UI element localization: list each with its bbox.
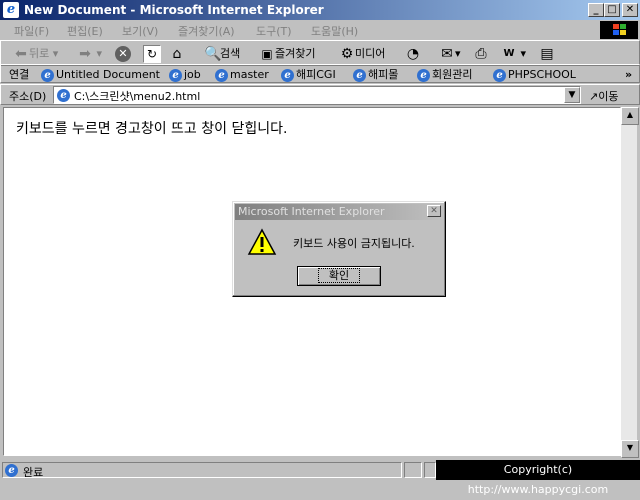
address-label: 주소(D) xyxy=(9,90,47,103)
vertical-scrollbar[interactable]: ▲ ▼ xyxy=(621,107,639,458)
ie-page-icon: e xyxy=(5,464,18,477)
search-icon: 🔍 xyxy=(204,46,222,62)
back-arrow-icon: ⬅ xyxy=(15,46,27,62)
discuss-button[interactable]: ▤ xyxy=(539,45,555,63)
home-button[interactable]: ⌂ xyxy=(169,45,185,63)
maximize-button[interactable]: □ xyxy=(604,3,620,17)
edit-button[interactable]: W ▾ xyxy=(501,45,526,63)
ie-page-icon: e xyxy=(57,89,70,102)
scroll-up-button[interactable]: ▲ xyxy=(621,107,639,125)
discuss-icon: ▤ xyxy=(540,46,554,62)
word-edit-icon: W xyxy=(503,48,515,59)
media-icon: ⚙ xyxy=(340,46,354,62)
ie-logo-icon: e xyxy=(3,2,19,18)
address-dropdown-button[interactable]: ▼ xyxy=(564,87,580,103)
scroll-down-button[interactable]: ▼ xyxy=(621,440,639,458)
close-button[interactable]: ✕ xyxy=(622,3,638,17)
stop-button[interactable]: ✕ xyxy=(115,45,131,63)
ie-page-icon: e xyxy=(353,68,366,82)
links-label: 연결 xyxy=(9,68,30,81)
media-button[interactable]: ⚙ 미디어 xyxy=(339,45,386,63)
status-main-pane: e 완료 xyxy=(2,462,402,479)
forward-arrow-icon: ➡ xyxy=(79,46,91,62)
history-button[interactable]: ◔ xyxy=(405,45,421,63)
menu-favorites[interactable]: 즐겨찾기(A) xyxy=(178,23,235,39)
menu-help[interactable]: 도움말(H) xyxy=(311,23,358,39)
ie-page-icon: e xyxy=(215,68,228,82)
alert-dialog: Microsoft Internet Explorer ✕ 키보드 사용이 금지… xyxy=(232,201,446,297)
status-text: 완료 xyxy=(23,466,44,479)
dialog-close-button[interactable]: ✕ xyxy=(427,205,441,217)
links-more-icon[interactable]: » xyxy=(625,67,632,82)
ie-page-icon: e xyxy=(169,68,182,82)
link-happymall[interactable]: e 해피몰 xyxy=(353,67,398,82)
go-arrow-icon: ↗ xyxy=(589,90,599,103)
link-happycgi[interactable]: e 해피CGI xyxy=(281,67,336,82)
stop-icon: ✕ xyxy=(115,46,131,62)
go-button[interactable]: ↗이동 xyxy=(589,88,618,104)
favorites-folder-icon: ▣ xyxy=(261,47,273,61)
history-icon: ◔ xyxy=(406,46,420,62)
ie-page-icon: e xyxy=(41,68,54,82)
address-value: C:\스크린샷\menu2.html xyxy=(74,90,201,103)
dialog-message: 키보드 사용이 금지됩니다. xyxy=(293,237,415,250)
link-master[interactable]: e master xyxy=(215,67,269,82)
minimize-button[interactable]: _ xyxy=(588,3,604,17)
mail-icon: ✉ xyxy=(441,46,453,62)
status-pane xyxy=(424,462,436,478)
link-untitled-document[interactable]: e Untitled Document xyxy=(41,67,160,82)
links-bar: 연결 e Untitled Document e job e master e 해피CG… xyxy=(0,64,640,83)
link-member-management[interactable]: e 회원관리 xyxy=(417,67,472,82)
address-bar: 주소(D) e C:\스크린샷\menu2.html ▼ ↗이동 xyxy=(0,84,640,105)
warning-icon xyxy=(247,228,277,255)
menu-bar: 파일(F) 편집(E) 보기(V) 즐겨찾기(A) 도구(T) 도움말(H) xyxy=(0,20,640,40)
print-icon: ⎙ xyxy=(475,46,487,62)
mail-button[interactable]: ✉ ▾ xyxy=(439,45,460,63)
search-button[interactable]: 🔍검색 xyxy=(204,45,240,63)
link-job[interactable]: e job xyxy=(169,67,201,82)
print-button[interactable]: ⎙ xyxy=(473,45,489,63)
window-title: New Document - Microsoft Internet Explor… xyxy=(24,3,324,17)
home-icon: ⌂ xyxy=(172,46,182,62)
back-button[interactable]: ⬅ 뒤로 ▾ xyxy=(13,45,58,63)
status-bar: e 완료 Copyright(c) http://www.happycgi.co… xyxy=(0,460,640,496)
menu-edit[interactable]: 편집(E) xyxy=(67,23,103,39)
page-text: 키보드를 누르면 경고창이 뜨고 창이 닫힙니다. xyxy=(16,121,288,137)
status-pane xyxy=(404,462,422,478)
address-input[interactable]: e C:\스크린샷\menu2.html ▼ xyxy=(53,86,581,104)
menu-file[interactable]: 파일(F) xyxy=(14,23,49,39)
menu-tools[interactable]: 도구(T) xyxy=(256,23,292,39)
ie-page-icon: e xyxy=(493,68,506,82)
ie-page-icon: e xyxy=(281,68,294,82)
dialog-title: Microsoft Internet Explorer xyxy=(238,205,385,218)
ok-button[interactable]: 확인 xyxy=(297,266,381,286)
dialog-title-bar: Microsoft Internet Explorer ✕ xyxy=(235,204,443,220)
windows-logo-icon xyxy=(600,21,638,39)
ie-page-icon: e xyxy=(417,68,430,82)
title-bar: e New Document - Microsoft Internet Expl… xyxy=(0,0,640,20)
menu-view[interactable]: 보기(V) xyxy=(122,23,158,39)
refresh-icon: ↻ xyxy=(143,45,161,63)
copyright-banner: Copyright(c) http://www.happycgi.com xyxy=(436,460,640,496)
refresh-button[interactable]: ↻ xyxy=(143,45,161,63)
standard-toolbar: ⬅ 뒤로 ▾ ➡ ▾ ✕ ↻ ⌂ 🔍검색 ▣ 즐겨찾기 ⚙ 미디어 ◔ ✉ ▾ ⎙ W … xyxy=(0,40,640,66)
forward-button[interactable]: ➡ ▾ xyxy=(77,45,102,63)
link-phpschool[interactable]: e PHPSCHOOL xyxy=(493,67,576,82)
favorites-button[interactable]: ▣ 즐겨찾기 xyxy=(259,45,315,63)
